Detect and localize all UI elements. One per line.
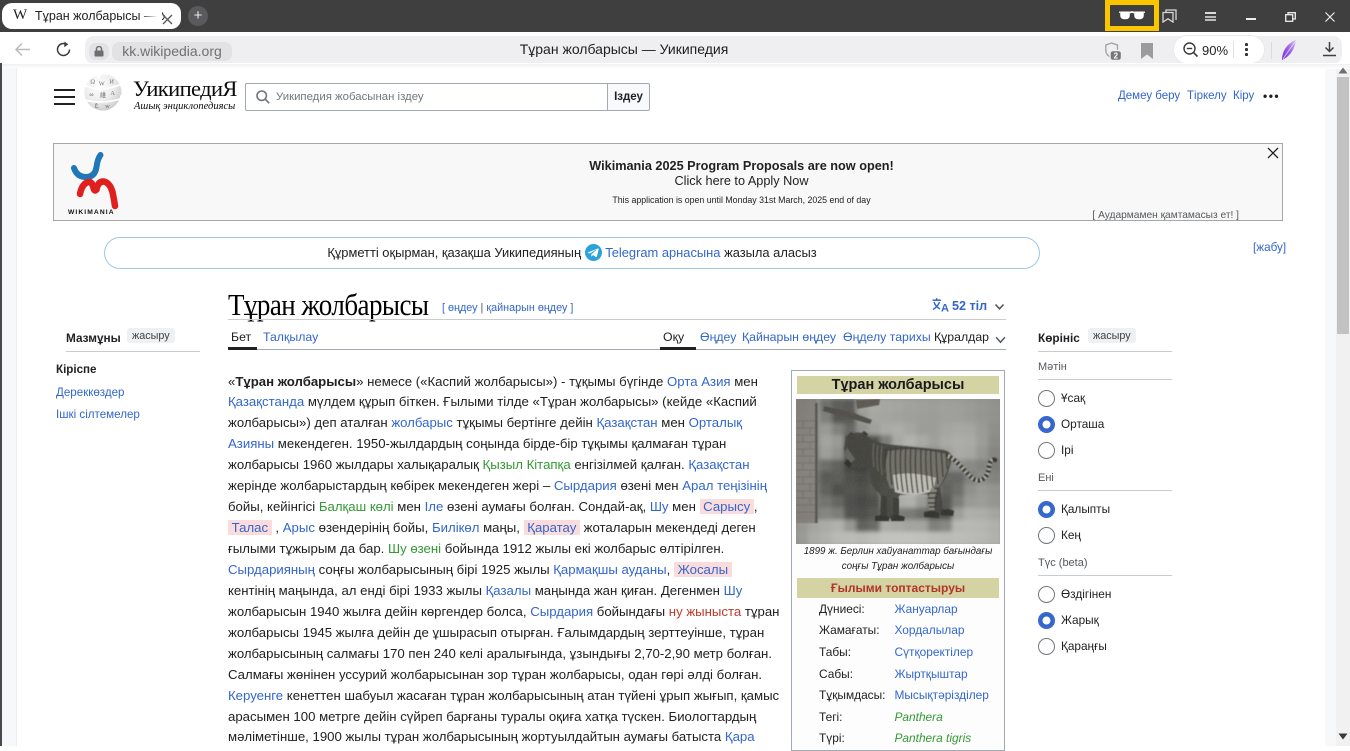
svg-text:Ω: Ω (90, 79, 95, 86)
svg-text:И: И (109, 79, 114, 86)
svg-text:W: W (99, 81, 105, 88)
svg-text:ω: ω (89, 91, 93, 98)
svg-text:ع: ع (95, 102, 99, 109)
svg-text:A: A (941, 303, 949, 314)
svg-text:A: A (110, 90, 115, 97)
svg-text:2: 2 (1114, 52, 1119, 61)
svg-text:維: 維 (100, 90, 107, 99)
svg-text:w: w (105, 103, 110, 110)
